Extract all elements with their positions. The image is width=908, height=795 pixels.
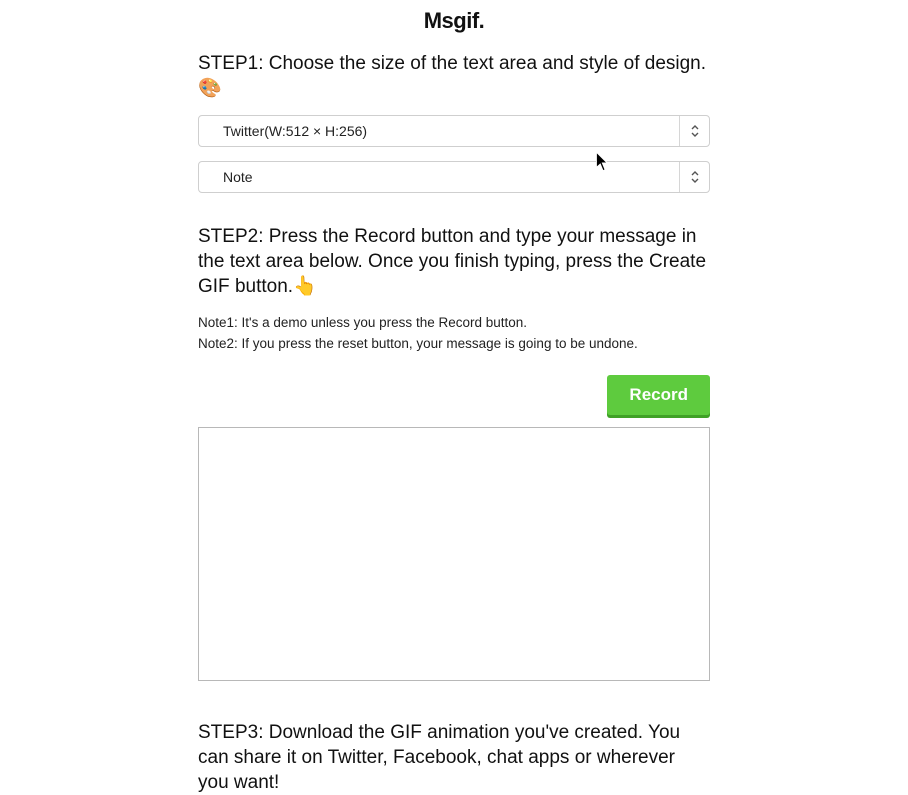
logo: Msgif. [198, 0, 710, 38]
note1-text: Note1: It's a demo unless you press the … [198, 313, 710, 334]
chevron-updown-icon [679, 116, 709, 146]
step2-heading-text: STEP2: Press the Record button and type … [198, 226, 706, 296]
step1-heading-text: STEP1: Choose the size of the text area … [198, 53, 706, 74]
message-textarea[interactable] [198, 427, 710, 681]
size-select-value: Twitter(W:512 × H:256) [199, 123, 679, 139]
step1-heading: STEP1: Choose the size of the text area … [198, 52, 710, 101]
note2-text: Note2: If you press the reset button, yo… [198, 334, 710, 355]
palette-icon: 🎨 [198, 78, 222, 99]
style-select[interactable]: Note [198, 161, 710, 193]
record-button[interactable]: Record [607, 375, 710, 415]
step2-heading: STEP2: Press the Record button and type … [198, 225, 710, 299]
step3-heading-text: STEP3: Download the GIF animation you've… [198, 722, 680, 792]
pointing-up-icon: 👆 [293, 276, 317, 297]
style-select-value: Note [199, 169, 679, 185]
size-select[interactable]: Twitter(W:512 × H:256) [198, 115, 710, 147]
step3-heading: STEP3: Download the GIF animation you've… [198, 721, 710, 795]
chevron-updown-icon [679, 162, 709, 192]
